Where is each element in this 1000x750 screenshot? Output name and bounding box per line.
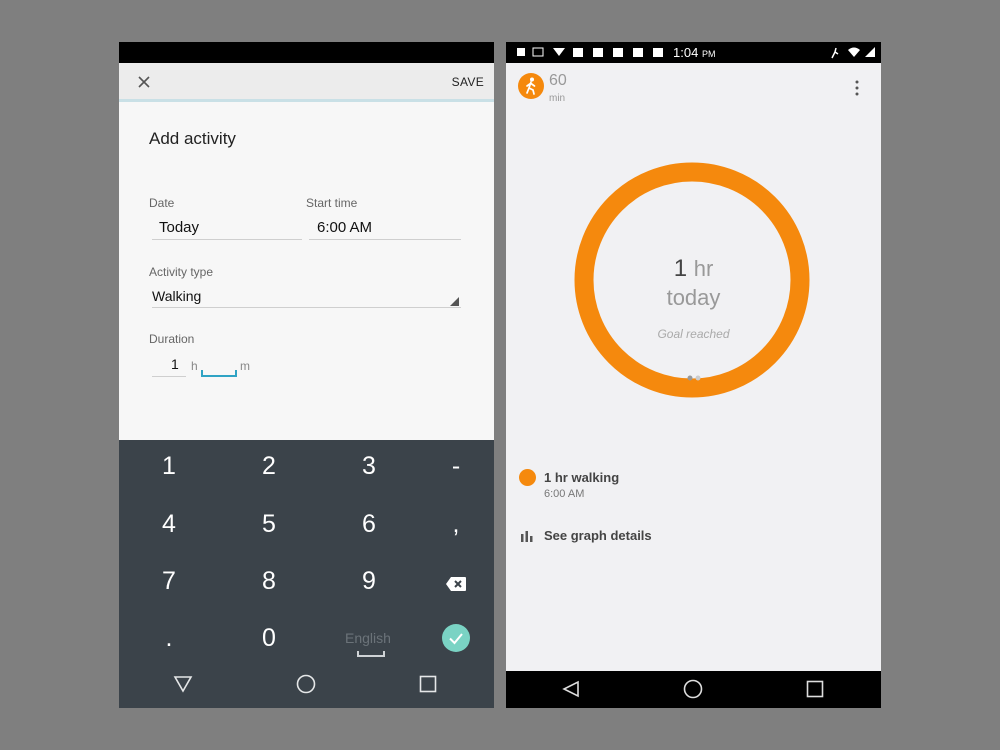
recents-nav-icon[interactable] xyxy=(419,675,437,693)
status-bar: 1:04 PM xyxy=(506,42,881,63)
key-0[interactable]: 0 xyxy=(239,624,299,653)
notification-icon xyxy=(553,48,565,56)
key-5[interactable]: 5 xyxy=(239,510,299,539)
done-button[interactable] xyxy=(442,624,470,652)
page-dot-active[interactable] xyxy=(687,375,693,381)
goal-status: Goal reached xyxy=(657,327,730,341)
image-icon xyxy=(532,47,544,57)
key-comma[interactable]: , xyxy=(426,510,486,539)
status-clock: 1:04 PM xyxy=(673,45,716,60)
toolbar-divider xyxy=(119,99,494,102)
goal-unit: min xyxy=(549,93,566,104)
recents-nav-icon[interactable] xyxy=(806,680,824,698)
minutes-unit: m xyxy=(240,359,250,373)
activity-entry-title[interactable]: 1 hr walking xyxy=(544,470,619,485)
key-3[interactable]: 3 xyxy=(339,452,399,481)
back-nav-icon[interactable] xyxy=(562,680,580,698)
home-nav-icon[interactable] xyxy=(683,679,703,699)
language-indicator[interactable]: English xyxy=(345,630,391,646)
close-button[interactable] xyxy=(133,71,155,93)
page-indicator xyxy=(687,375,701,381)
activity-type-select[interactable]: Walking xyxy=(152,288,201,304)
toolbar xyxy=(119,63,494,101)
space-bar-hint xyxy=(357,651,385,657)
check-icon xyxy=(449,633,463,645)
ring-period: today xyxy=(666,285,721,310)
key-8[interactable]: 8 xyxy=(239,567,299,596)
activity-entry-time: 6:00 AM xyxy=(544,488,585,500)
task-icon xyxy=(613,48,623,57)
add-activity-screen: SAVE Add activity Date Today Start time … xyxy=(119,42,494,708)
activity-type-underline xyxy=(152,307,461,308)
back-nav-icon[interactable] xyxy=(173,675,193,693)
goal-value: 60 xyxy=(549,72,567,89)
activity-avatar[interactable] xyxy=(518,73,544,99)
see-graph-details-link[interactable]: See graph details xyxy=(544,528,652,543)
notification-icon xyxy=(517,48,525,56)
hours-input[interactable]: 1 xyxy=(171,356,179,372)
date-field[interactable]: Today xyxy=(159,219,199,236)
start-time-label: Start time xyxy=(306,196,358,210)
minutes-input[interactable] xyxy=(201,375,237,377)
walking-icon xyxy=(526,77,536,95)
hours-unit: h xyxy=(191,359,198,373)
activity-status-icon xyxy=(831,47,839,59)
navigation-bar xyxy=(119,662,494,708)
bar-chart-icon xyxy=(521,531,533,542)
key-dash[interactable]: - xyxy=(426,452,486,481)
home-nav-icon[interactable] xyxy=(296,674,316,694)
page-title: Add activity xyxy=(149,129,236,148)
key-9[interactable]: 9 xyxy=(339,567,399,596)
start-time-underline xyxy=(309,239,461,240)
date-label: Date xyxy=(149,196,175,210)
task-icon xyxy=(653,48,663,57)
minutes-cursor-right xyxy=(235,370,237,376)
backspace-icon xyxy=(446,577,466,591)
task-icon xyxy=(593,48,603,57)
key-4[interactable]: 4 xyxy=(139,510,199,539)
date-underline xyxy=(152,239,302,240)
key-period[interactable]: . xyxy=(139,624,199,653)
task-icon xyxy=(573,48,583,57)
signal-icon xyxy=(865,47,875,57)
page-dot[interactable] xyxy=(695,375,701,381)
activity-color-dot xyxy=(519,469,536,486)
activity-type-label: Activity type xyxy=(149,265,214,279)
key-6[interactable]: 6 xyxy=(339,510,399,539)
ring-value: 1 hr xyxy=(673,255,714,282)
fitness-dashboard-screen: 1:04 PM 60 min 1 hr today Goal reached 1… xyxy=(506,42,881,708)
key-2[interactable]: 2 xyxy=(239,452,299,481)
key-1[interactable]: 1 xyxy=(139,452,199,481)
more-vert-icon[interactable] xyxy=(854,80,860,96)
dropdown-arrow-icon[interactable] xyxy=(450,297,459,306)
key-7[interactable]: 7 xyxy=(139,567,199,596)
start-time-field[interactable]: 6:00 AM xyxy=(317,219,372,236)
save-button[interactable]: SAVE xyxy=(452,75,484,89)
task-icon xyxy=(633,48,643,57)
hours-underline xyxy=(152,376,186,377)
navigation-bar xyxy=(506,671,881,708)
status-bar xyxy=(119,42,494,63)
minutes-cursor-left xyxy=(201,370,203,376)
close-icon xyxy=(138,76,150,88)
duration-label: Duration xyxy=(149,332,195,346)
wifi-icon xyxy=(848,47,860,57)
backspace-key[interactable] xyxy=(426,570,486,599)
